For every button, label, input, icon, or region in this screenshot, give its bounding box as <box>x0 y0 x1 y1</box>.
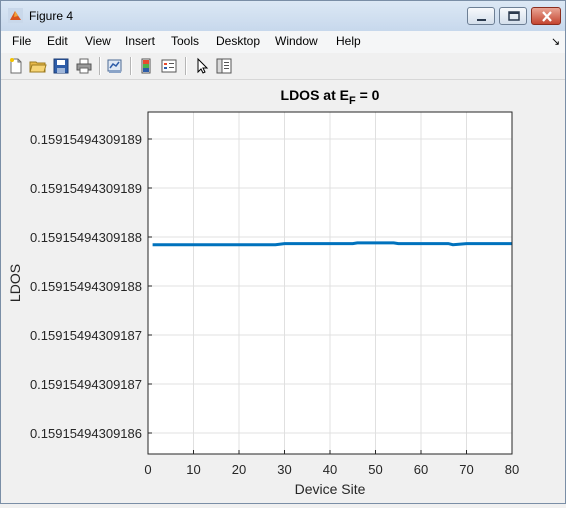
menu-file[interactable]: File <box>12 34 31 48</box>
x-tick-label: 20 <box>232 462 246 477</box>
menu-help[interactable]: Help <box>336 34 361 48</box>
minimize-button[interactable] <box>467 7 495 25</box>
new-figure-icon[interactable] <box>7 57 25 75</box>
link-plot-icon[interactable] <box>106 57 124 75</box>
window-title: Figure 4 <box>29 9 74 23</box>
print-icon[interactable] <box>75 57 93 75</box>
toolbar <box>1 53 565 80</box>
close-icon <box>542 11 552 22</box>
ldos-chart: 0.15915494309186 0.15915494309187 0.159154… <box>7 87 519 497</box>
toolbar-separator <box>99 57 101 75</box>
y-tick-labels: 0.15915494309186 0.15915494309187 0.159154… <box>30 132 152 441</box>
menu-view[interactable]: View <box>85 34 111 48</box>
toolbar-separator <box>130 57 132 75</box>
chart-title-tail: = 0 <box>356 87 380 103</box>
toolbar-separator <box>185 57 187 75</box>
x-tick-label: 10 <box>186 462 200 477</box>
maximize-button[interactable] <box>499 7 527 25</box>
insert-legend-icon[interactable] <box>160 57 178 75</box>
edit-plot-icon[interactable] <box>193 57 211 75</box>
menu-bar: File Edit View Insert Tools Desktop Wind… <box>1 31 565 53</box>
save-icon[interactable] <box>52 57 70 75</box>
maximize-icon <box>508 11 520 21</box>
y-tick-label: 0.15915494309189 <box>30 181 142 196</box>
close-button[interactable] <box>531 7 561 25</box>
y-tick-label: 0.15915494309187 <box>30 328 142 343</box>
y-tick-label: 0.15915494309188 <box>30 230 142 245</box>
y-tick-label: 0.15915494309187 <box>30 377 142 392</box>
menu-edit[interactable]: Edit <box>47 34 68 48</box>
title-bar[interactable]: Figure 4 <box>1 1 565 32</box>
dock-arrow-icon[interactable]: ↘ <box>551 35 560 48</box>
x-axis-label: Device Site <box>295 481 366 497</box>
matlab-icon <box>8 8 23 23</box>
x-tick-label: 80 <box>505 462 519 477</box>
y-tick-label: 0.15915494309189 <box>30 132 142 147</box>
open-file-icon[interactable] <box>29 57 47 75</box>
y-tick-label: 0.15915494309186 <box>30 426 142 441</box>
x-tick-label: 50 <box>368 462 382 477</box>
x-tick-label: 0 <box>144 462 151 477</box>
insert-colorbar-icon[interactable] <box>137 57 155 75</box>
minimize-icon <box>477 19 486 21</box>
menu-desktop[interactable]: Desktop <box>216 34 260 48</box>
y-axis-label: LDOS <box>7 264 23 302</box>
plot-browser-icon[interactable] <box>215 57 233 75</box>
chart-title-main: LDOS at E <box>281 87 349 103</box>
x-tick-label: 40 <box>323 462 337 477</box>
menu-tools[interactable]: Tools <box>171 34 199 48</box>
x-tick-label: 30 <box>277 462 291 477</box>
x-tick-label: 70 <box>459 462 473 477</box>
menu-window[interactable]: Window <box>275 34 318 48</box>
chart-title: LDOS at EF = 0 <box>281 87 380 107</box>
figure-window: Figure 4 File Edit View Insert Tools Des… <box>0 0 566 504</box>
menu-insert[interactable]: Insert <box>125 34 155 48</box>
x-tick-label: 60 <box>414 462 428 477</box>
figure-area: 0.15915494309186 0.15915494309187 0.159154… <box>1 80 565 503</box>
y-tick-label: 0.15915494309188 <box>30 279 142 294</box>
